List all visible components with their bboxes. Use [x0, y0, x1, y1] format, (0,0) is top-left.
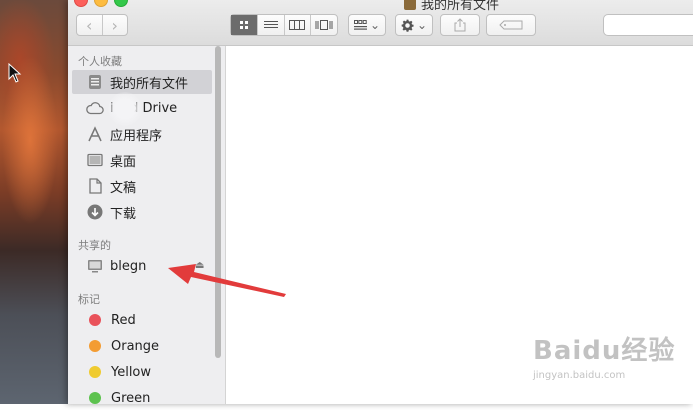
sidebar-item-label: 文稿 [110, 180, 137, 196]
sidebar-item-label: 下载 [110, 206, 137, 222]
watermark-url: jingyan.baidu.com [533, 370, 626, 381]
downloads-icon [86, 203, 104, 221]
gear-icon [401, 19, 414, 32]
folder-icon [404, 0, 416, 10]
tags-section-header: 标记 [78, 293, 100, 306]
list-view-button[interactable] [258, 15, 285, 35]
desktop-wallpaper [0, 0, 68, 404]
all-files-icon [86, 73, 104, 91]
share-button[interactable] [440, 14, 480, 36]
sidebar-item-all-my-files[interactable]: 我的所有文件 [72, 70, 212, 94]
view-mode-group [230, 14, 338, 36]
sidebar-item-label: 桌面 [110, 154, 137, 170]
sidebar-tag-green[interactable]: Green [72, 386, 212, 410]
icon-view-button[interactable] [231, 15, 258, 35]
sidebar-item-label: Red [111, 312, 136, 328]
orange-tag-dot-icon [89, 340, 101, 352]
redaction-blur [108, 92, 142, 126]
sidebar-item-label: 应用程序 [110, 128, 163, 144]
sidebar-item-applications[interactable]: 应用程序 [72, 122, 212, 146]
sidebar-tag-red[interactable]: Red [72, 308, 212, 332]
yellow-tag-dot-icon [89, 366, 101, 378]
action-button[interactable]: ⌄ [395, 14, 433, 36]
toolbar: 我的所有文件 ‹ › ⌄ ⌄ [68, 0, 693, 46]
zoom-window-button[interactable] [114, 0, 128, 7]
desktop-icon [86, 151, 104, 169]
sidebar-item-downloads[interactable]: 下载 [72, 200, 212, 224]
sidebar-item-icloud-drive[interactable]: i d Drive [72, 96, 212, 120]
search-input[interactable] [603, 14, 693, 36]
computer-icon [86, 257, 104, 275]
sidebar-item-documents[interactable]: 文稿 [72, 174, 212, 198]
sidebar-item-desktop[interactable]: 桌面 [72, 148, 212, 172]
sidebar-item-label: 我的所有文件 [110, 76, 189, 92]
mouse-cursor-icon [8, 63, 22, 83]
navigation-group: ‹ › [76, 14, 128, 36]
sidebar: 个人收藏 我的所有文件 i d Drive 应用程序 桌面 文稿 下载 共享的 … [68, 46, 226, 406]
tag-icon [499, 20, 523, 30]
coverflow-icon [315, 20, 333, 30]
arrange-grid-icon [353, 20, 367, 30]
red-tag-dot-icon [89, 314, 101, 326]
annotation-arrow-icon [168, 264, 286, 297]
share-icon [454, 18, 466, 32]
shared-section-header: 共享的 [78, 239, 111, 252]
sidebar-scrollbar[interactable] [215, 46, 221, 358]
sidebar-tag-orange[interactable]: Orange [72, 334, 212, 358]
column-view-button[interactable] [285, 15, 312, 35]
cloud-icon [86, 99, 104, 117]
list-icon [263, 21, 278, 28]
back-button[interactable]: ‹ [77, 15, 103, 35]
close-window-button[interactable] [74, 0, 88, 7]
chevron-down-icon: ⌄ [416, 18, 428, 32]
green-tag-dot-icon [89, 392, 101, 404]
sidebar-item-label: Yellow [111, 364, 152, 380]
window-title-text: 我的所有文件 [421, 0, 500, 13]
forward-button[interactable]: › [103, 15, 128, 35]
sidebar-item-label: Orange [111, 338, 160, 354]
sidebar-item-label: Green [111, 390, 151, 406]
favorites-section-header: 个人收藏 [78, 55, 122, 68]
columns-icon [289, 20, 306, 30]
watermark-logo: Baidu经验 [533, 336, 676, 366]
documents-icon [86, 177, 104, 195]
chevron-down-icon: ⌄ [369, 18, 381, 32]
coverflow-view-button[interactable] [311, 15, 337, 35]
window-title: 我的所有文件 [404, 0, 499, 13]
arrange-button[interactable]: ⌄ [348, 14, 386, 36]
applications-icon [86, 125, 104, 143]
grid-icon [239, 21, 248, 29]
minimize-window-button[interactable] [94, 0, 108, 7]
tag-button[interactable] [486, 14, 536, 36]
sidebar-tag-yellow[interactable]: Yellow [72, 360, 212, 384]
sidebar-item-label: blegn [110, 258, 147, 274]
watermark: Baidu经验 jingyan.baidu.com [533, 330, 683, 390]
